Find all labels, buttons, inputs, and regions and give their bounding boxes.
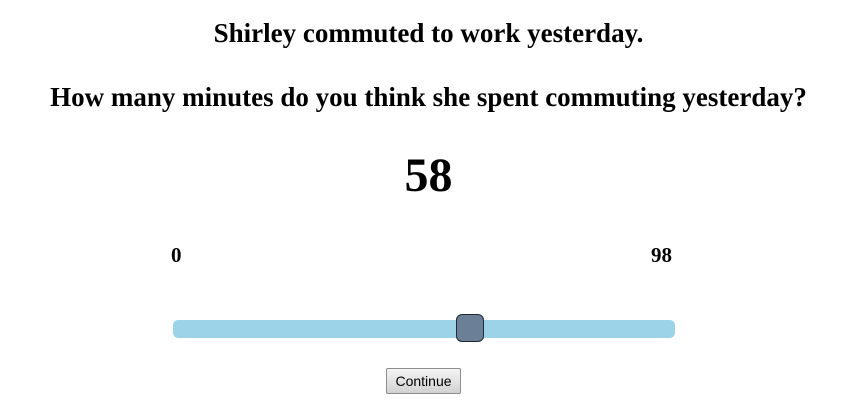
slider-track[interactable] — [173, 320, 675, 338]
slider-max-label: 98 — [651, 243, 672, 267]
response-slider[interactable] — [173, 314, 675, 342]
slider-value-display: 58 — [404, 149, 453, 202]
prompt-statement: Shirley commuted to work yesterday. — [213, 18, 644, 48]
slider-min-label: 0 — [171, 243, 182, 267]
slider-thumb[interactable] — [456, 314, 485, 342]
continue-button[interactable]: Continue — [386, 368, 461, 394]
prompt-question: How many minutes do you think she spent … — [50, 82, 807, 112]
